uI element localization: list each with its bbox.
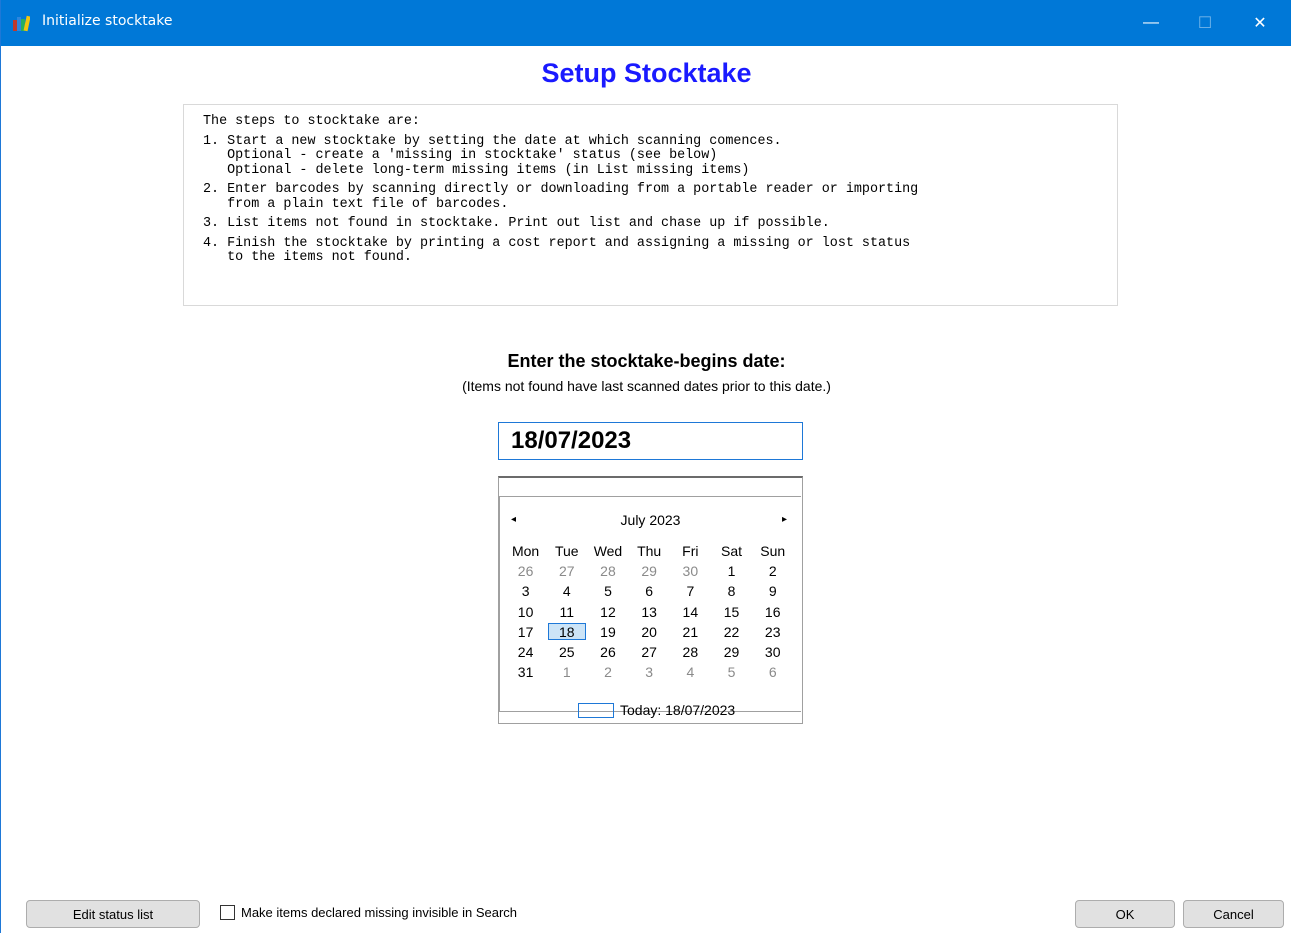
calendar-day[interactable]: 6: [629, 581, 670, 601]
checkbox-box[interactable]: [220, 905, 235, 920]
calendar-day-number: 18: [558, 623, 575, 640]
calendar-day[interactable]: 24: [505, 642, 546, 662]
step-1: 1. Start a new stocktake by setting the …: [203, 133, 782, 178]
weekday-header: Sat: [721, 543, 743, 559]
calendar-day[interactable]: 26: [505, 561, 546, 581]
today-label: Today: 18/07/2023: [620, 702, 736, 718]
calendar-day[interactable]: 28: [587, 561, 628, 581]
calendar-day[interactable]: 30: [752, 642, 793, 662]
calendar-day[interactable]: 5: [711, 662, 752, 682]
calendar-day[interactable]: 31: [505, 662, 546, 682]
weekday-header: Sun: [760, 543, 786, 559]
steps-panel: The steps to stocktake are: 1. Start a ne…: [183, 104, 1118, 306]
calendar-day[interactable]: 25: [546, 642, 587, 662]
weekday-header: Tue: [554, 543, 579, 559]
calendar-day[interactable]: 8: [711, 581, 752, 601]
calendar-month-label[interactable]: July 2023: [500, 512, 801, 528]
cancel-button[interactable]: Cancel: [1183, 900, 1284, 928]
calendar-day[interactable]: 22: [711, 622, 752, 642]
close-button[interactable]: ✕: [1238, 0, 1282, 46]
calendar-day[interactable]: 4: [546, 581, 587, 601]
calendar-day[interactable]: 19: [587, 622, 628, 642]
calendar-day[interactable]: 10: [505, 602, 546, 622]
calendar-today[interactable]: Today: 18/07/2023: [578, 702, 735, 718]
calendar-day[interactable]: 13: [629, 602, 670, 622]
calendar-day[interactable]: 28: [670, 642, 711, 662]
title-bar: Initialize stocktake — ☐ ✕: [1, 0, 1291, 46]
maximize-icon: ☐: [1197, 15, 1213, 32]
today-marker: [578, 702, 614, 718]
stocktake-date-input[interactable]: [498, 422, 803, 460]
next-month-icon[interactable]: ▸: [782, 514, 787, 525]
calendar-day[interactable]: 11: [546, 602, 587, 622]
calendar-day[interactable]: 6: [752, 662, 793, 682]
hide-missing-checkbox[interactable]: Make items declared missing invisible in…: [220, 905, 517, 920]
weekday-header: Fri: [682, 543, 699, 559]
weekday-header: Mon: [511, 543, 540, 559]
weekday-header: Thu: [637, 543, 662, 559]
steps-intro: The steps to stocktake are:: [203, 114, 420, 129]
minimize-icon: —: [1143, 14, 1159, 31]
steps-text: The steps to stocktake are: 1. Start a ne…: [203, 114, 919, 266]
calendar: ◂ July 2023 ▸ Mon Tue Wed Thu Fri Sat Sun 26 27 2…: [498, 476, 803, 724]
calendar-day[interactable]: 7: [670, 581, 711, 601]
calendar-day[interactable]: 30: [670, 561, 711, 581]
calendar-day[interactable]: 12: [587, 602, 628, 622]
calendar-day[interactable]: 21: [670, 622, 711, 642]
date-prompt-title: Enter the stocktake-begins date:: [507, 351, 786, 371]
calendar-day[interactable]: 14: [670, 602, 711, 622]
calendar-day[interactable]: 15: [711, 602, 752, 622]
calendar-day[interactable]: 23: [752, 622, 793, 642]
step-2: 2. Enter barcodes by scanning directly o…: [203, 182, 919, 212]
calendar-day[interactable]: 3: [629, 662, 670, 682]
calendar-day[interactable]: 29: [629, 561, 670, 581]
calendar-day[interactable]: 29: [711, 642, 752, 662]
step-3: 3. List items not found in stocktake. Pr…: [203, 216, 830, 231]
step-4: 4. Finish the stocktake by printing a co…: [203, 235, 911, 265]
calendar-day-selected[interactable]: 18: [546, 622, 587, 642]
calendar-day[interactable]: 5: [587, 581, 628, 601]
calendar-day[interactable]: 2: [587, 662, 628, 682]
calendar-day[interactable]: 2: [752, 561, 793, 581]
calendar-day[interactable]: 9: [752, 581, 793, 601]
calendar-day[interactable]: 17: [505, 622, 546, 642]
calendar-day[interactable]: 1: [711, 561, 752, 581]
close-icon: ✕: [1253, 15, 1267, 32]
minimize-button[interactable]: —: [1129, 0, 1173, 46]
weekday-header: Wed: [593, 543, 623, 559]
maximize-button[interactable]: ☐: [1183, 0, 1227, 46]
calendar-day[interactable]: 26: [587, 642, 628, 662]
month-calendar: ◂ July 2023 ▸ Mon Tue Wed Thu Fri Sat Sun 26 27 2…: [499, 496, 801, 718]
app-icon: [12, 14, 31, 32]
calendar-day[interactable]: 4: [670, 662, 711, 682]
date-prompt-subtitle: (Items not found have last scanned dates…: [462, 378, 831, 394]
calendar-day[interactable]: 3: [505, 581, 546, 601]
calendar-day[interactable]: 27: [629, 642, 670, 662]
calendar-day[interactable]: 27: [546, 561, 587, 581]
page-title: Setup Stocktake: [541, 58, 752, 88]
calendar-grid: Mon Tue Wed Thu Fri Sat Sun 26 27 28 29 30 1 2 3 4 5 6 7 8 9…: [505, 541, 793, 682]
calendar-day[interactable]: 20: [629, 622, 670, 642]
ok-button[interactable]: OK: [1075, 900, 1175, 928]
stocktake-window: Initialize stocktake — ☐ ✕ Setup Stockta…: [0, 0, 1291, 933]
calendar-day[interactable]: 16: [752, 602, 793, 622]
window-title: Initialize stocktake: [42, 13, 173, 29]
edit-status-list-button[interactable]: Edit status list: [26, 900, 200, 928]
calendar-day[interactable]: 1: [546, 662, 587, 682]
checkbox-label: Make items declared missing invisible in…: [241, 905, 518, 920]
